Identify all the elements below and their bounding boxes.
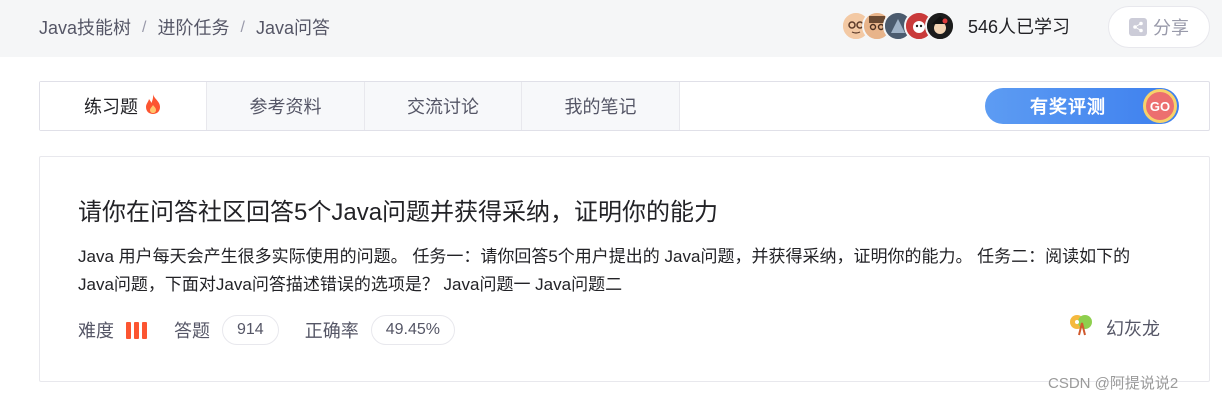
accuracy-badge: 49.45%	[370, 315, 455, 345]
csdn-watermark: CSDN @阿提说说2	[1048, 375, 1179, 392]
difficulty-label: 难度	[78, 321, 114, 341]
author-name: 幻灰龙	[1106, 318, 1160, 339]
breadcrumb-separator: /	[240, 19, 245, 36]
tab-discussion[interactable]: 交流讨论	[365, 82, 522, 130]
learner-count: 546人已学习	[968, 17, 1071, 37]
tab-label: 交流讨论	[407, 97, 479, 117]
answers-count-badge: 914	[222, 315, 279, 345]
author-avatar-icon	[1068, 313, 1096, 342]
breadcrumb: Java技能树 / 进阶任务 / Java问答	[39, 16, 330, 40]
tab-label: 参考资料	[249, 97, 322, 117]
avatar	[925, 11, 955, 41]
breadcrumb-item-skill-tree[interactable]: Java技能树	[39, 16, 131, 40]
tab-label: 练习题	[84, 97, 138, 117]
accuracy-label: 正确率	[304, 321, 359, 341]
go-badge: GO	[1143, 89, 1177, 123]
task-author[interactable]: 幻灰龙	[1068, 313, 1160, 342]
difficulty-bar	[126, 321, 131, 339]
breadcrumb-item-advanced-tasks[interactable]: 进阶任务	[157, 16, 229, 40]
tab-my-notes[interactable]: 我的笔记	[522, 82, 680, 130]
breadcrumb-separator: /	[142, 19, 147, 36]
difficulty-bar	[134, 321, 139, 339]
tab-references[interactable]: 参考资料	[207, 82, 365, 130]
fire-icon	[144, 93, 162, 120]
task-meta: 难度 答题 914 正确率 49.45%	[78, 315, 481, 345]
task-title[interactable]: 请你在问答社区回答5个Java问题并获得采纳，证明你的能力	[78, 197, 718, 229]
share-label: 分享	[1153, 18, 1189, 38]
tab-exercises[interactable]: 练习题	[40, 82, 207, 130]
difficulty-bars-icon	[126, 321, 150, 339]
difficulty-bar	[142, 321, 147, 339]
top-header: Java技能树 / 进阶任务 / Java问答 546人已学习 分享	[0, 0, 1222, 57]
share-button[interactable]: 分享	[1108, 6, 1210, 48]
breadcrumb-item-java-qa[interactable]: Java问答	[256, 16, 330, 40]
answers-label: 答题	[174, 321, 210, 341]
evaluation-label: 有奖评测	[1030, 97, 1106, 117]
reward-evaluation-button[interactable]: 有奖评测 GO	[985, 88, 1179, 124]
task-card[interactable]: 请你在问答社区回答5个Java问题并获得采纳，证明你的能力 Java 用户每天会…	[39, 156, 1210, 382]
tab-label: 我的笔记	[564, 97, 637, 117]
task-description: Java 用户每天会产生很多实际使用的问题。 任务一：请你回答5个用户提出的 J…	[78, 247, 1131, 294]
share-icon	[1129, 18, 1147, 36]
learner-avatars	[841, 11, 955, 41]
